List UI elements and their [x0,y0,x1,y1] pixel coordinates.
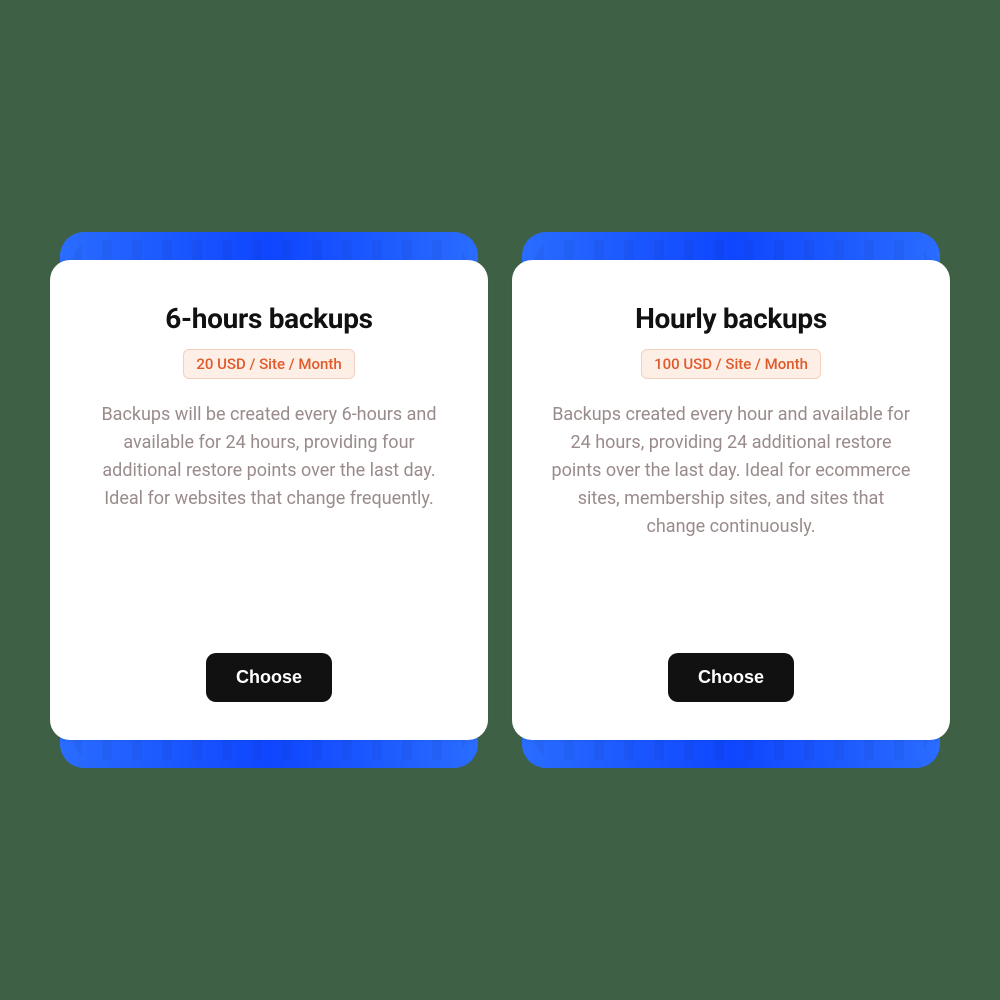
plan-title: 6-hours backups [165,302,372,335]
choose-button[interactable]: Choose [206,653,332,702]
plan-price-badge: 100 USD / Site / Month [641,349,821,379]
backup-plans-row: 6-hours backups 20 USD / Site / Month Ba… [50,260,950,740]
plan-price-badge: 20 USD / Site / Month [183,349,354,379]
plan-title: Hourly backups [635,302,827,335]
plan-description: Backups will be created every 6-hours an… [89,401,449,513]
choose-button[interactable]: Choose [668,653,794,702]
plan-card: Hourly backups 100 USD / Site / Month Ba… [512,260,950,740]
plan-card-6hours: 6-hours backups 20 USD / Site / Month Ba… [50,260,488,740]
plan-card: 6-hours backups 20 USD / Site / Month Ba… [50,260,488,740]
plan-card-hourly: Hourly backups 100 USD / Site / Month Ba… [512,260,950,740]
plan-description: Backups created every hour and available… [551,401,911,540]
